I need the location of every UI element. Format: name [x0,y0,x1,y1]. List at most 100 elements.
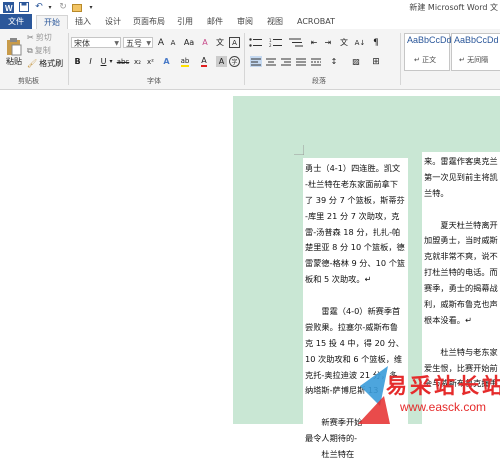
bullets-icon[interactable] [248,37,264,48]
tab-view[interactable]: 视图 [262,15,288,28]
underline-dropdown-icon[interactable]: ▾ [108,56,114,67]
font-color-button[interactable]: A [198,56,210,67]
clipboard-group-label: 剪贴板 [18,77,39,85]
tab-insert[interactable]: 插入 [70,15,96,28]
font-size-combo[interactable]: 五号 ▼ [123,37,153,48]
svg-text:2: 2 [269,43,272,47]
watermark-text: 易采站长站 [386,373,500,398]
text-line: 板和 5 次助攻。↵ [305,274,372,285]
separator [68,33,69,85]
superscript-button[interactable]: x² [145,56,156,67]
grow-font-button[interactable]: A [156,37,166,48]
save-icon[interactable] [18,1,30,13]
undo-dropdown-icon[interactable]: ▾ [44,1,56,13]
style-normal-sample: AaBbCcDd [407,35,452,45]
text-line: 雷蒙德-格林 9 分、10 个篮 [305,258,406,269]
paste-label: 粘贴 [6,56,22,66]
clear-format-button[interactable]: A [199,37,211,48]
chevron-down-icon: ▼ [114,40,119,47]
tab-design[interactable]: 设计 [100,15,126,28]
text-line: -库里 21 分 7 次助攻，克 [305,210,400,221]
paste-button[interactable]: 粘贴 [3,32,25,72]
highlight-button[interactable]: ab [178,56,192,67]
paragraph-group-label: 段落 [312,77,326,85]
tab-mailings[interactable]: 邮件 [202,15,228,28]
chinese-layout-icon[interactable]: 文 [338,37,350,48]
increase-indent-icon[interactable]: ⇥ [322,37,334,48]
open-icon[interactable] [71,1,83,13]
tab-review[interactable]: 审阅 [232,15,258,28]
text-line: 克 15 投 4 中，得 20 分、 [305,337,404,348]
tab-references[interactable]: 引用 [172,15,198,28]
show-marks-icon[interactable]: ¶ [370,37,382,48]
cut-label: 剪切 [35,33,52,42]
numbering-icon[interactable]: 12 [268,37,284,48]
line-spacing-icon[interactable]: ↕ [328,56,340,67]
shrink-font-button[interactable]: A [168,37,178,48]
text-line: 克就非常不爽，说不 [424,251,498,262]
borders-icon[interactable]: ⊞ [370,56,382,67]
text-effects-button[interactable]: A [161,56,172,67]
separator [244,33,245,85]
strikethrough-button[interactable]: abc [116,56,130,67]
copy-button[interactable]: ⧉ 复制 [27,45,51,56]
watermark-url: www.easck.com [400,400,487,414]
italic-button[interactable]: I [85,56,96,67]
cut-button[interactable]: ✂ 剪切 [27,32,52,43]
column-2-text: 来。雷霆作客奥克兰 第一次见到前主将凯 兰特。 夏天杜兰特离开 加盟勇士，当时威… [424,154,498,392]
text-line: 尝败果。拉塞尔-威斯布鲁 [305,321,399,332]
tab-file[interactable]: 文件 [0,14,32,29]
enclose-char-button[interactable]: 字 [229,56,240,67]
copy-label: 复制 [34,46,51,55]
char-shading-button[interactable]: A [216,56,227,67]
align-right-icon[interactable] [280,56,292,67]
shading-icon[interactable]: ▨ [350,56,362,67]
bold-button[interactable]: B [72,56,83,67]
copy-icon: ⧉ [27,45,33,55]
highlight-icon: ab [180,56,190,67]
change-case-button[interactable]: Aa [182,37,196,48]
title-bar: W ↶ ▾ ↻ ▾ 新建 Microsoft Word 文 [0,0,500,14]
align-left-icon[interactable] [250,56,262,67]
text-line: 根本没看。↵ [424,314,472,325]
font-group-label: 字体 [147,77,161,85]
ribbon-tabs: 文件 开始 插入 设计 页面布局 引用 邮件 审阅 视图 ACROBAT [0,14,500,30]
brush-icon: 🖌 [27,59,38,68]
format-painter-label: 格式刷 [39,59,64,68]
customize-qat-icon[interactable]: ▾ [85,1,97,13]
text-line: 杜兰特在 [305,449,355,460]
text-line: -杜兰特在老东家面前拿下 [305,178,399,189]
text-line: 赛季，勇士的揭幕战 [424,283,498,294]
ribbon-home: 粘贴 ✂ 剪切 ⧉ 复制 🖌 格式刷 剪贴板 宋体 ▼ 五号 ▼ A A Aa A 文 A… [0,29,500,90]
tab-home[interactable]: 开始 [36,15,68,30]
decrease-indent-icon[interactable]: ⇤ [308,37,320,48]
phonetic-guide-button[interactable]: 文 [214,37,226,48]
text-line: 雷霆（4-0）新赛季首 [305,306,401,317]
text-line: 最令人期待的- [305,433,358,444]
text-line: 勇士（4-1）四连胜。凯文 [305,163,401,173]
text-line: 夏天杜兰特离开 [424,219,498,230]
style-normal-name: ↵ 正文 [414,56,437,64]
text-line: 雷-汤普森 18 分，扎扎-帕 [305,226,401,237]
site-watermark: 易采站长站 www.easck.com [354,366,500,424]
paste-icon [7,37,22,55]
format-painter-button[interactable]: 🖌 格式刷 [27,58,63,69]
text-line [424,202,498,218]
multilevel-list-icon[interactable] [288,37,304,48]
sort-icon[interactable]: A↓ [354,37,366,48]
tab-acrobat[interactable]: ACROBAT [292,15,340,28]
justify-icon[interactable] [295,56,307,67]
subscript-button[interactable]: x₂ [132,56,143,67]
redo-icon[interactable]: ↻ [57,1,69,13]
tab-layout[interactable]: 页面布局 [130,15,168,28]
text-line: 楚里亚 8 分 10 个篮板，德 [305,242,405,253]
text-line: 了 39 分 7 个篮板，斯蒂芬 [305,194,405,205]
text-line: 兰特。 [424,187,449,198]
style-no-spacing-name: ↵ 无间隔 [459,56,489,64]
char-border-button[interactable]: A [229,37,240,48]
text-line: 打杜兰特的电话。而 [424,267,498,278]
align-center-icon[interactable] [265,56,277,67]
text-line [424,329,498,345]
distribute-icon[interactable] [310,56,322,67]
font-name-combo[interactable]: 宋体 ▼ [71,37,121,48]
